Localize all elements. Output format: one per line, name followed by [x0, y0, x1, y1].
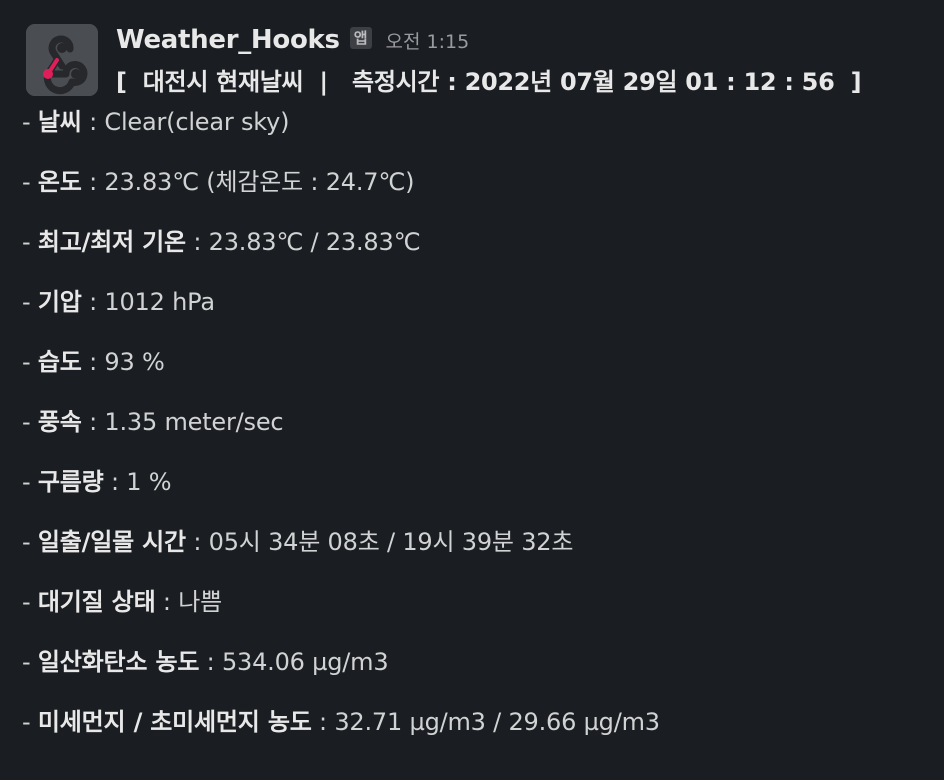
detail-value: 93 % — [104, 348, 165, 376]
detail-label: 기압 — [37, 288, 82, 316]
detail-value: 1012 hPa — [104, 288, 215, 316]
weather-details: - 날씨 : Clear(clear sky) - 온도 : 23.83℃ (체… — [22, 102, 660, 762]
detail-label: 날씨 — [37, 108, 82, 136]
webhook-avatar[interactable] — [26, 24, 98, 96]
detail-weather: - 날씨 : Clear(clear sky) — [22, 108, 290, 136]
detail-temperature: - 온도 : 23.83℃ (체감온도 : 24.7℃) — [22, 168, 415, 196]
detail-cloudiness: - 구름량 : 1 % — [22, 468, 172, 496]
detail-value: 05시 34분 08초 / 19시 39분 32초 — [208, 528, 574, 556]
sender-name[interactable]: Weather_Hooks — [116, 25, 340, 55]
detail-air-quality: - 대기질 상태 : 나쁨 — [22, 588, 222, 616]
webhook-icon — [26, 24, 98, 96]
message-header: Weather_Hooks 앱 오전 1:15 — [116, 22, 944, 58]
detail-value: Clear(clear sky) — [104, 108, 290, 136]
detail-value: 1.35 meter/sec — [104, 408, 284, 436]
detail-label: 풍속 — [37, 408, 82, 436]
detail-value: 1 % — [126, 468, 172, 496]
detail-value: 23.83℃ (체감온도 : 24.7℃) — [104, 168, 415, 196]
detail-label: 구름량 — [37, 468, 104, 496]
app-badge: 앱 — [349, 27, 372, 49]
detail-pressure: - 기압 : 1012 hPa — [22, 288, 215, 316]
detail-label: 최고/최저 기온 — [37, 228, 186, 256]
detail-label: 미세먼지 / 초미세먼지 농도 — [37, 708, 312, 736]
detail-label: 일산화탄소 농도 — [37, 648, 200, 676]
detail-carbon-monoxide: - 일산화탄소 농도 : 534.06 µg/m3 — [22, 648, 389, 676]
detail-value: 나쁨 — [178, 588, 222, 616]
weather-title: [ 대전시 현재날씨 | 측정시간 : 2022년 07월 29일 01 : 1… — [116, 68, 862, 96]
message-content: Weather_Hooks 앱 오전 1:15 [ 대전시 현재날씨 | 측정시… — [116, 22, 944, 100]
detail-label: 대기질 상태 — [37, 588, 156, 616]
timestamp[interactable]: 오전 1:15 — [386, 27, 470, 54]
detail-label: 습도 — [37, 348, 82, 376]
detail-wind-speed: - 풍속 : 1.35 meter/sec — [22, 408, 284, 436]
detail-value: 23.83℃ / 23.83℃ — [208, 228, 421, 256]
detail-high-low: - 최고/최저 기온 : 23.83℃ / 23.83℃ — [22, 228, 421, 256]
detail-sunrise-sunset: - 일출/일몰 시간 : 05시 34분 08초 / 19시 39분 32초 — [22, 528, 574, 556]
detail-value: 534.06 µg/m3 — [221, 648, 389, 676]
message: Weather_Hooks 앱 오전 1:15 [ 대전시 현재날씨 | 측정시… — [0, 0, 944, 780]
detail-fine-dust: - 미세먼지 / 초미세먼지 농도 : 32.71 µg/m3 / 29.66 … — [22, 708, 660, 736]
detail-label: 일출/일몰 시간 — [37, 528, 186, 556]
detail-humidity: - 습도 : 93 % — [22, 348, 165, 376]
detail-label: 온도 — [37, 168, 82, 196]
detail-value: 32.71 µg/m3 / 29.66 µg/m3 — [334, 708, 660, 736]
